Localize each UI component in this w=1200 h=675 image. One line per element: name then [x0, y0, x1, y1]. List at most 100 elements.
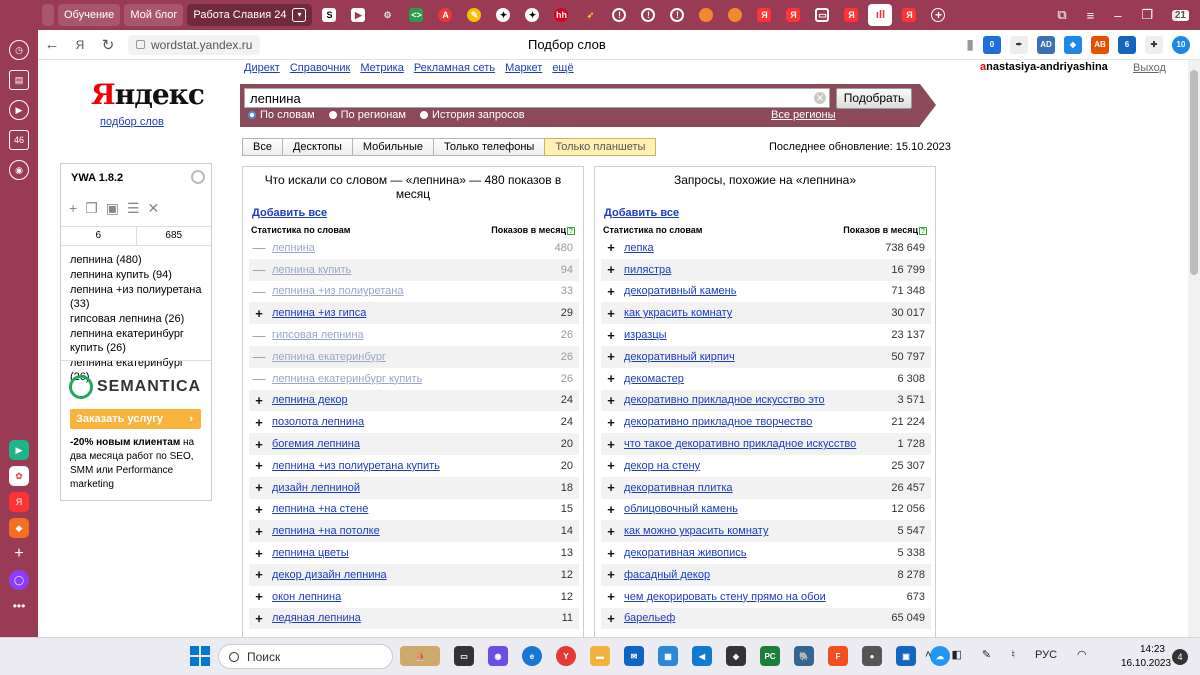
- rail-app-play-icon[interactable]: ▶: [9, 440, 29, 460]
- add-phrase-button[interactable]: +: [601, 415, 621, 430]
- pycharm-icon[interactable]: PC: [760, 646, 780, 666]
- add-phrase-button[interactable]: +: [601, 437, 621, 452]
- tab-wing-icon[interactable]: ➶: [578, 4, 602, 26]
- phrase-link[interactable]: декоративная плитка: [624, 482, 733, 494]
- new-tab-icon[interactable]: +: [926, 4, 950, 26]
- semantica-logo[interactable]: SEMANTICA: [69, 375, 201, 399]
- tab-group-work[interactable]: 21 Работа Славия 24 ▾: [187, 4, 1189, 26]
- phrase-link[interactable]: декоративная живопись: [624, 547, 747, 559]
- ywa-add-icon[interactable]: +: [69, 200, 77, 217]
- link-market[interactable]: Маркет: [505, 62, 542, 74]
- downloads-badge[interactable]: 10: [1172, 35, 1190, 54]
- tray-app-icon[interactable]: ◧: [951, 648, 961, 661]
- rail-add-icon[interactable]: +: [9, 544, 29, 564]
- add-phrase-button[interactable]: +: [249, 437, 269, 452]
- add-phrase-button[interactable]: +: [601, 328, 621, 343]
- filter-tablets[interactable]: Только планшеты: [544, 138, 657, 156]
- ext-ab-icon[interactable]: AB: [1091, 35, 1109, 54]
- bookmark-icon[interactable]: ▮: [966, 36, 974, 53]
- help-icon[interactable]: ?: [919, 227, 927, 235]
- ext-quill-icon[interactable]: ✒: [1010, 35, 1028, 54]
- add-phrase-button[interactable]: +: [601, 611, 621, 626]
- language-indicator[interactable]: РУС: [1035, 649, 1057, 661]
- phrase-link[interactable]: декоративный кирпич: [624, 351, 735, 363]
- phrase-link[interactable]: позолота лепнина: [272, 416, 364, 428]
- ext-badge-icon-2[interactable]: 6: [1118, 35, 1136, 54]
- add-phrase-button[interactable]: +: [601, 458, 621, 473]
- add-phrase-button[interactable]: +: [249, 524, 269, 539]
- remove-phrase-button[interactable]: —: [249, 262, 269, 277]
- ywa-sort-icon[interactable]: ☰: [127, 200, 140, 217]
- phrase-link[interactable]: лепнина: [272, 242, 315, 254]
- tab-star-icon[interactable]: ✦: [491, 4, 515, 26]
- yandex-home-icon[interactable]: Я: [66, 38, 94, 52]
- phrase-link[interactable]: пилястра: [624, 264, 671, 276]
- url-field[interactable]: wordstat.yandex.ru: [128, 34, 261, 55]
- add-phrase-button[interactable]: +: [249, 306, 269, 321]
- phrase-link[interactable]: лепнина +из полиуретана: [272, 285, 404, 297]
- radio-by-regions[interactable]: По регионам: [328, 109, 406, 121]
- collections-icon[interactable]: ▤: [9, 70, 29, 90]
- radio-by-words[interactable]: По словам: [248, 109, 315, 121]
- start-button-icon[interactable]: [190, 646, 210, 666]
- ext-puzzle-icon[interactable]: ✚: [1145, 35, 1163, 54]
- link-more[interactable]: ещё: [552, 62, 573, 74]
- add-phrase-button[interactable]: +: [601, 502, 621, 517]
- chevron-down-icon[interactable]: ▾: [292, 8, 307, 22]
- back-icon[interactable]: ←: [38, 36, 66, 53]
- rail-app-flower-icon[interactable]: ✿: [9, 466, 29, 486]
- phrase-link[interactable]: богемия лепнина: [272, 438, 360, 450]
- restore-icon[interactable]: ❐: [1141, 7, 1153, 23]
- minimize-icon[interactable]: –: [1114, 8, 1121, 23]
- link-metrika[interactable]: Метрика: [360, 62, 404, 74]
- ext-ad-icon[interactable]: AD: [1037, 35, 1055, 54]
- phrase-link[interactable]: лепнина +на стене: [272, 503, 368, 515]
- network-icon[interactable]: ◠: [1077, 648, 1087, 661]
- yandex-logo[interactable]: Яндекс: [91, 78, 205, 111]
- tab-yandex-icon[interactable]: Я: [752, 4, 776, 26]
- git-icon[interactable]: ◆: [726, 646, 746, 666]
- filter-phones[interactable]: Только телефоны: [432, 138, 546, 156]
- tab-orange2-icon[interactable]: [723, 4, 747, 26]
- add-phrase-button[interactable]: +: [601, 262, 621, 277]
- search-submit-button[interactable]: Подобрать: [836, 88, 912, 109]
- phrase-link[interactable]: лепнина декор: [272, 394, 348, 406]
- history-icon[interactable]: ◷: [9, 40, 29, 60]
- remove-phrase-button[interactable]: —: [249, 328, 269, 343]
- tray-chevron-up-icon[interactable]: ˄: [925, 649, 931, 661]
- clear-search-icon[interactable]: ✕: [814, 92, 826, 104]
- order-service-button[interactable]: Заказать услугу ›: [70, 409, 201, 429]
- tab-box-icon[interactable]: ▭: [810, 4, 834, 26]
- tab-circle3-icon[interactable]: !: [665, 4, 689, 26]
- logout-link[interactable]: Выход: [1133, 62, 1166, 74]
- radio-history[interactable]: История запросов: [420, 109, 525, 121]
- add-phrase-button[interactable]: +: [601, 480, 621, 495]
- ext-badge-icon-1[interactable]: 0: [983, 35, 1001, 54]
- remove-phrase-button[interactable]: —: [249, 240, 269, 255]
- phrase-link[interactable]: дизайн лепниной: [272, 482, 360, 494]
- tab-group-blog[interactable]: 7Мой блог: [124, 4, 1189, 26]
- ywa-copy-counts-icon[interactable]: ▣: [106, 200, 119, 217]
- phrase-link[interactable]: лепнина +из гипса: [272, 307, 366, 319]
- phrase-link[interactable]: декомастер: [624, 373, 684, 385]
- phrase-link[interactable]: ледяная лепнина: [272, 612, 361, 624]
- tab-group-learning[interactable]: 8Обучение: [58, 4, 1189, 26]
- phrase-link[interactable]: изразцы: [624, 329, 667, 341]
- add-phrase-button[interactable]: +: [601, 589, 621, 604]
- link-help[interactable]: Справочник: [290, 62, 351, 74]
- notification-badge[interactable]: 4: [1172, 649, 1188, 665]
- phrase-link[interactable]: лепка: [624, 242, 654, 254]
- help-icon[interactable]: ?: [567, 227, 575, 235]
- link-adnetwork[interactable]: Рекламная сеть: [414, 62, 495, 74]
- remove-phrase-button[interactable]: —: [249, 284, 269, 299]
- phrase-link[interactable]: лепнина екатеринбург: [272, 351, 386, 363]
- tab-play-icon[interactable]: ▶: [346, 4, 370, 26]
- add-phrase-button[interactable]: +: [601, 284, 621, 299]
- tab-s-icon[interactable]: S: [317, 4, 341, 26]
- ywa-copy-icon[interactable]: ❐: [85, 200, 98, 217]
- remove-phrase-button[interactable]: —: [249, 371, 269, 386]
- vscode-icon[interactable]: ◀: [692, 646, 712, 666]
- remove-phrase-button[interactable]: —: [249, 349, 269, 364]
- link-direct[interactable]: Директ: [244, 62, 280, 74]
- tab-circle-icon[interactable]: !: [607, 4, 631, 26]
